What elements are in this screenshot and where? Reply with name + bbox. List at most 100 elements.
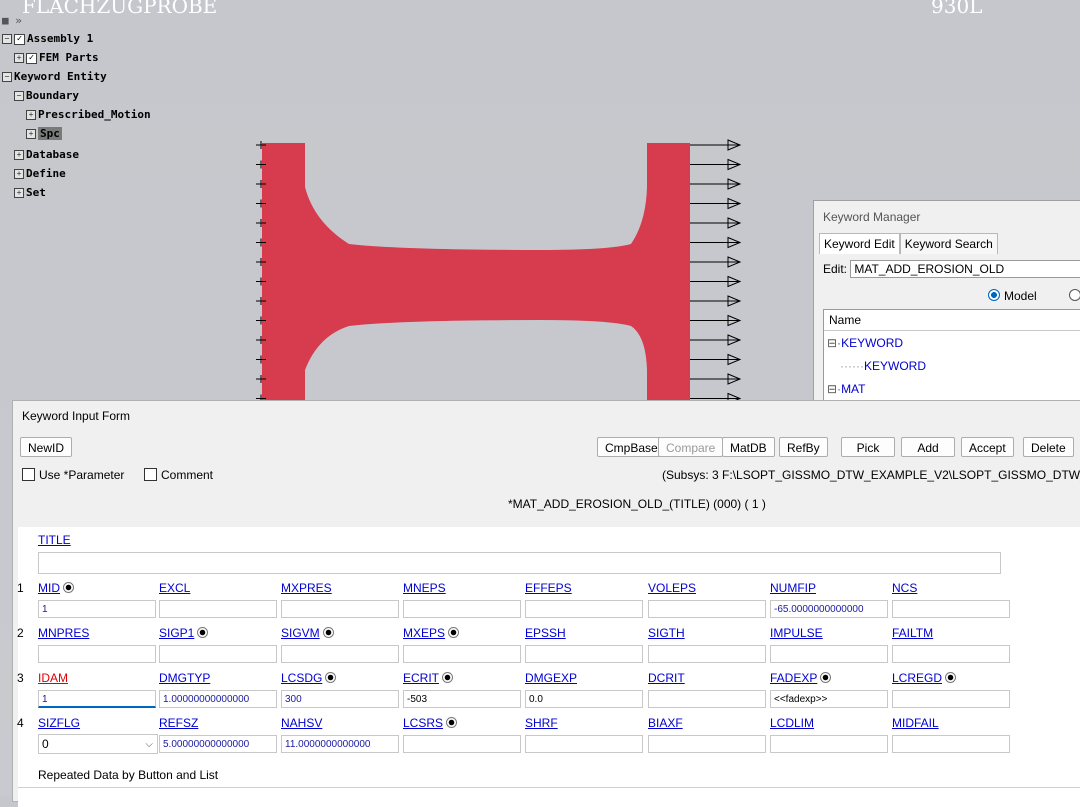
field-label-lcsrs[interactable]: LCSRS: [403, 716, 458, 730]
keyword-edit-input[interactable]: [850, 260, 1080, 278]
field-input-dmgtyp[interactable]: 1.00000000000000: [159, 690, 277, 708]
field-input-nahsv[interactable]: 11.0000000000000: [281, 735, 399, 753]
plus-icon[interactable]: +: [14, 150, 24, 160]
field-input-shrf[interactable]: [525, 735, 643, 753]
pick-dot-icon[interactable]: [446, 717, 458, 728]
field-input-sigp1[interactable]: [159, 645, 277, 663]
expand-icon[interactable]: ⊟·: [827, 382, 841, 396]
field-input-sigth[interactable]: [648, 645, 766, 663]
tree-node-define[interactable]: + Define: [14, 165, 66, 183]
field-input-idam[interactable]: 1: [38, 690, 156, 708]
refby-button[interactable]: RefBy: [779, 437, 828, 457]
pick-dot-icon[interactable]: [325, 672, 337, 683]
list-item-keyword[interactable]: ⊟·KEYWORD: [827, 336, 903, 350]
radio-other[interactable]: [1069, 289, 1080, 303]
field-input-mid[interactable]: 1: [38, 600, 156, 618]
field-input-lcdlim[interactable]: [770, 735, 888, 753]
field-label-shrf[interactable]: SHRF: [525, 716, 558, 730]
comment-checkbox[interactable]: Comment: [144, 468, 213, 482]
collapse-icon[interactable]: ■ »: [2, 14, 22, 27]
field-input-numfip[interactable]: -65.0000000000000: [770, 600, 888, 618]
field-input-dcrit[interactable]: [648, 690, 766, 708]
tree-node-spc[interactable]: + Spc: [26, 125, 62, 143]
list-header-name[interactable]: Name: [824, 310, 1080, 331]
field-input-fadexp[interactable]: <<fadexp>>: [770, 690, 888, 708]
plus-icon[interactable]: +: [14, 188, 24, 198]
plus-icon[interactable]: +: [26, 110, 36, 120]
field-label-mxpres[interactable]: MXPRES: [281, 581, 332, 595]
cmpbase-button[interactable]: CmpBase: [597, 437, 666, 457]
field-label-mxeps[interactable]: MXEPS: [403, 626, 460, 640]
matdb-button[interactable]: MatDB: [722, 437, 775, 457]
plus-icon[interactable]: +: [14, 169, 24, 179]
field-input-midfail[interactable]: [892, 735, 1010, 753]
field-input-ecrit[interactable]: -503: [403, 690, 521, 708]
field-input-sigvm[interactable]: [281, 645, 399, 663]
field-label-numfip[interactable]: NUMFIP: [770, 581, 816, 595]
checkbox-icon[interactable]: [144, 468, 157, 481]
minus-icon[interactable]: −: [2, 72, 12, 82]
field-label-midfail[interactable]: MIDFAIL: [892, 716, 939, 730]
radio-model[interactable]: Model: [988, 289, 1037, 303]
tree-node-set[interactable]: + Set: [14, 184, 46, 202]
field-label-ncs[interactable]: NCS: [892, 581, 917, 595]
field-label-mneps[interactable]: MNEPS: [403, 581, 446, 595]
newid-button[interactable]: NewID: [20, 437, 73, 457]
field-label-dcrit[interactable]: DCRIT: [648, 671, 685, 685]
minus-icon[interactable]: −: [14, 91, 24, 101]
tab-keyword-edit[interactable]: Keyword Edit: [819, 233, 900, 254]
list-item-keyword-child[interactable]: ······KEYWORD: [840, 359, 926, 373]
field-label-ecrit[interactable]: ECRIT: [403, 671, 453, 685]
field-label-effeps[interactable]: EFFEPS: [525, 581, 572, 595]
chevron-down-icon[interactable]: ⌵: [145, 735, 153, 754]
pick-dot-icon[interactable]: [197, 627, 209, 638]
field-label-lcdlim[interactable]: LCDLIM: [770, 716, 814, 730]
field-input-epssh[interactable]: [525, 645, 643, 663]
field-input-mneps[interactable]: [403, 600, 521, 618]
field-label-title[interactable]: TITLE: [38, 533, 71, 547]
add-button[interactable]: Add: [901, 437, 955, 457]
field-label-nahsv[interactable]: NAHSV: [281, 716, 322, 730]
field-label-sigth[interactable]: SIGTH: [648, 626, 685, 640]
field-input-refsz[interactable]: 5.00000000000000: [159, 735, 277, 753]
tree-node-assembly[interactable]: − ✓ Assembly 1: [2, 30, 93, 48]
tree-node-keyword-entity[interactable]: − Keyword Entity: [2, 68, 107, 86]
field-label-excl[interactable]: EXCL: [159, 581, 190, 595]
checkbox-icon[interactable]: [22, 468, 35, 481]
field-label-sigp1[interactable]: SIGP1: [159, 626, 209, 640]
accept-button[interactable]: Accept: [961, 437, 1014, 457]
sizflg-select[interactable]: 0 ⌵: [38, 734, 158, 754]
field-label-dmgexp[interactable]: DMGEXP: [525, 671, 577, 685]
field-label-idam[interactable]: IDAM: [38, 671, 68, 685]
checkbox-icon[interactable]: ✓: [26, 52, 37, 64]
field-label-dmgtyp[interactable]: DMGTYP: [159, 671, 210, 685]
field-input-mnpres[interactable]: [38, 645, 156, 663]
field-label-biaxf[interactable]: BIAXF: [648, 716, 683, 730]
field-input-effeps[interactable]: [525, 600, 643, 618]
field-input-lcsdg[interactable]: 300: [281, 690, 399, 708]
expand-icon[interactable]: ⊟·: [827, 336, 841, 350]
compare-button[interactable]: Compare: [658, 437, 724, 457]
tree-node-boundary[interactable]: − Boundary: [14, 87, 79, 105]
tree-node-database[interactable]: + Database: [14, 146, 79, 164]
tree-node-prescribed-motion[interactable]: + Prescribed_Motion: [26, 106, 151, 124]
pick-button[interactable]: Pick: [841, 437, 895, 457]
plus-icon[interactable]: +: [14, 53, 24, 63]
tree-toolbar[interactable]: ■ »: [2, 12, 22, 30]
field-label-epssh[interactable]: EPSSH: [525, 626, 566, 640]
delete-button[interactable]: Delete: [1023, 437, 1074, 457]
field-label-sizflg[interactable]: SIZFLG: [38, 716, 80, 730]
field-input-mxeps[interactable]: [403, 645, 521, 663]
tab-keyword-search[interactable]: Keyword Search: [899, 233, 998, 254]
pick-dot-icon[interactable]: [945, 672, 957, 683]
pick-dot-icon[interactable]: [820, 672, 832, 683]
pick-dot-icon[interactable]: [448, 627, 460, 638]
tree-node-fem-parts[interactable]: + ✓ FEM Parts: [14, 49, 99, 67]
field-input-excl[interactable]: [159, 600, 277, 618]
field-input-impulse[interactable]: [770, 645, 888, 663]
field-label-lcsdg[interactable]: LCSDG: [281, 671, 337, 685]
field-input-lcsrs[interactable]: [403, 735, 521, 753]
pick-dot-icon[interactable]: [322, 627, 334, 638]
field-input-dmgexp[interactable]: 0.0: [525, 690, 643, 708]
field-label-mnpres[interactable]: MNPRES: [38, 626, 89, 640]
